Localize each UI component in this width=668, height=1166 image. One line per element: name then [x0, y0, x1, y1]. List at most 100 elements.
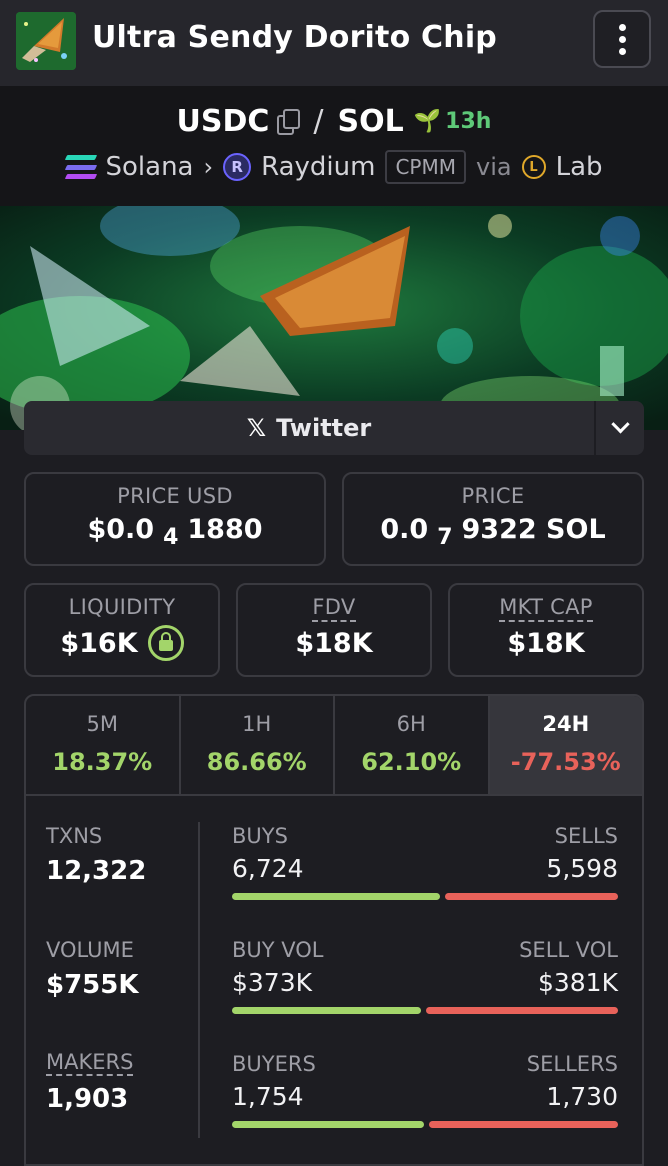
solana-icon — [64, 155, 97, 179]
makers-label[interactable]: MAKERS — [46, 1050, 134, 1076]
app-header: Ultra Sendy Dorito Chip — [0, 0, 668, 86]
chevron-right-icon: › — [203, 153, 214, 181]
chevron-down-icon — [610, 414, 630, 433]
volume-value: $755K — [46, 970, 139, 1000]
liquidity-label: LIQUIDITY — [68, 595, 176, 619]
tab-change: 86.66% — [206, 748, 307, 776]
liquidity-card: LIQUIDITY $16K — [24, 583, 220, 677]
twitter-label: Twitter — [276, 414, 372, 442]
makers-value: 1,903 — [46, 1084, 129, 1114]
stats-body: TXNS 12,322 VOLUME $755K MAKERS 1,903 BU… — [26, 796, 642, 1164]
vertical-dots-icon — [618, 23, 626, 31]
sellers-bar — [428, 1121, 618, 1128]
tab-label: 1H — [242, 712, 272, 736]
price-usd-digits: 1880 — [187, 514, 263, 545]
buyers-bar — [232, 1121, 424, 1128]
buyers-value: 1,754 — [232, 1082, 304, 1111]
price-native-digits: 9322 SOL — [461, 514, 606, 545]
token-banner-image — [0, 206, 668, 430]
tab-label: 24H — [542, 712, 590, 736]
sells-label: SELLS — [554, 824, 618, 848]
sellers-value: 1,730 — [546, 1082, 618, 1111]
fdv-value: $18K — [295, 628, 373, 659]
pair-age-value: 13h — [445, 109, 492, 134]
pair-separator: / — [313, 104, 324, 139]
tab-change: -77.53% — [510, 748, 621, 776]
sprout-icon: 🌱 — [413, 109, 442, 134]
tab-5m[interactable]: 5M 18.37% — [26, 696, 181, 794]
trading-stats-panel: 5M 18.37% 1H 86.66% 6H 62.10% 24H -77.53… — [24, 694, 644, 1166]
fdv-card: FDV $18K — [236, 583, 432, 677]
volume-label: VOLUME — [46, 938, 134, 962]
tab-6h[interactable]: 6H 62.10% — [335, 696, 490, 794]
copy-icon[interactable] — [277, 108, 301, 135]
buyers-label: BUYERS — [232, 1052, 316, 1076]
pool-type-badge: CPMM — [385, 150, 466, 184]
price-native-value: 0.0 7 9322 SOL — [344, 514, 642, 550]
buys-sells-ratio-bar — [232, 893, 618, 900]
price-native-prefix: 0.0 — [380, 514, 429, 545]
sells-value: 5,598 — [546, 854, 618, 883]
dex-link[interactable]: Raydium — [261, 152, 375, 182]
more-options-button[interactable] — [593, 10, 651, 68]
price-usd-card: PRICE USD $0.0 4 1880 — [24, 472, 326, 566]
pair-line: USDC / SOL 🌱 13h — [0, 104, 668, 139]
buys-sells-stat: BUYS SELLS 6,724 5,598 — [232, 824, 618, 900]
sells-bar — [445, 893, 618, 900]
price-native-card: PRICE 0.0 7 9322 SOL — [342, 472, 644, 566]
price-native-label: PRICE — [461, 484, 525, 508]
liquidity-value: $16K — [60, 627, 138, 659]
buys-bar — [232, 893, 441, 900]
makers-stat: MAKERS 1,903 — [46, 1050, 134, 1114]
sell-vol-label: SELL VOL — [519, 938, 618, 962]
token-logo — [16, 12, 76, 70]
buys-value: 6,724 — [232, 854, 304, 883]
volume-ratio-bar — [232, 1007, 618, 1014]
base-token: USDC — [176, 104, 270, 139]
via-label: via — [476, 153, 512, 181]
quote-token: SOL — [337, 104, 404, 139]
market-cap-value: $18K — [507, 628, 585, 659]
tab-1h[interactable]: 1H 86.66% — [181, 696, 335, 794]
timeframe-tabs: 5M 18.37% 1H 86.66% 6H 62.10% 24H -77.53… — [26, 696, 642, 796]
buy-vol-label: BUY VOL — [232, 938, 324, 962]
price-native-zero-count: 7 — [437, 525, 453, 550]
tab-change: 18.37% — [52, 748, 153, 776]
market-cap-card: MKT CAP $18K — [448, 583, 644, 677]
sellers-label: SELLERS — [526, 1052, 618, 1076]
price-usd-zero-count: 4 — [163, 525, 179, 550]
sell-vol-bar — [425, 1007, 618, 1014]
stats-divider — [198, 822, 200, 1138]
txns-label: TXNS — [46, 824, 103, 848]
chain-link[interactable]: Solana — [106, 152, 194, 182]
lab-icon: L — [521, 155, 546, 179]
tab-24h[interactable]: 24H -77.53% — [489, 696, 642, 794]
raydium-icon: R — [223, 153, 252, 181]
volume-stat: VOLUME $755K — [46, 938, 139, 1000]
market-cap-label[interactable]: MKT CAP — [499, 595, 593, 622]
liquidity-value-row: $16K — [26, 625, 218, 661]
buy-vol-value: $373K — [232, 968, 313, 997]
tab-change: 62.10% — [361, 748, 462, 776]
sell-vol-value: $381K — [537, 968, 618, 997]
x-logo-icon: 𝕏 — [246, 414, 267, 442]
price-usd-value: $0.0 4 1880 — [26, 514, 324, 550]
tab-label: 6H — [396, 712, 426, 736]
tab-label: 5M — [86, 712, 118, 736]
txns-value: 12,322 — [46, 856, 147, 886]
twitter-link-button[interactable]: 𝕏 Twitter — [24, 401, 594, 455]
pair-info: USDC / SOL 🌱 13h Solana › R Raydium CPMM… — [0, 86, 668, 206]
buys-label: BUYS — [232, 824, 288, 848]
via-link[interactable]: Lab — [556, 152, 603, 182]
price-usd-prefix: $0.0 — [87, 514, 155, 545]
buyers-ratio-bar — [232, 1121, 618, 1128]
social-links-bar: 𝕏 Twitter — [24, 401, 644, 455]
txns-stat: TXNS 12,322 — [46, 824, 146, 886]
lock-icon[interactable] — [147, 625, 184, 661]
buyers-sellers-stat: BUYERS SELLERS 1,754 1,730 — [232, 1052, 618, 1128]
links-dropdown-button[interactable] — [594, 401, 644, 455]
chain-breadcrumb: Solana › R Raydium CPMM via L Lab — [0, 150, 668, 184]
fdv-label[interactable]: FDV — [312, 595, 356, 622]
buy-vol-bar — [232, 1007, 421, 1014]
token-title: Ultra Sendy Dorito Chip — [92, 20, 497, 55]
